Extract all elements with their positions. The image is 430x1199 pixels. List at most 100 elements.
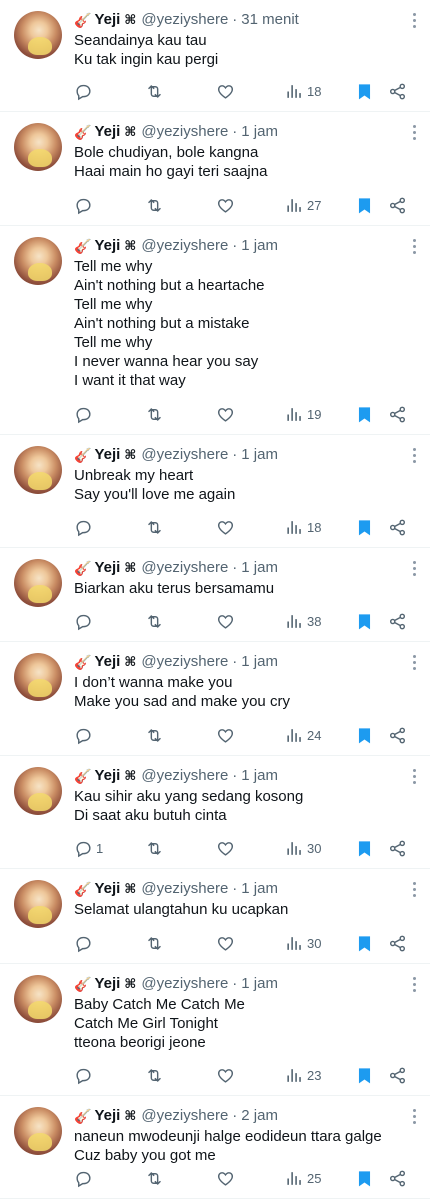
user-handle[interactable]: @yeziyshere: [141, 122, 228, 142]
views-button[interactable]: 30: [285, 932, 321, 954]
bookmark-button[interactable]: [355, 837, 374, 859]
share-button[interactable]: [388, 610, 407, 632]
user-handle[interactable]: @yeziyshere: [141, 445, 228, 465]
reply-button[interactable]: [74, 724, 96, 746]
display-name[interactable]: Yeji: [94, 122, 120, 142]
timestamp[interactable]: 1 jam: [241, 766, 278, 786]
share-button[interactable]: [388, 724, 407, 746]
tweet[interactable]: 🎸 Yeji ⌘ @yeziyshere · 1 jam Biarkan aku terus…: [0, 548, 430, 642]
timestamp[interactable]: 2 jam: [241, 1106, 278, 1126]
tweet[interactable]: 🎸 Yeji ⌘ @yeziyshere · 2 jam naneun mwodeunji …: [0, 1096, 430, 1199]
reply-button[interactable]: [74, 1064, 96, 1086]
bookmark-button[interactable]: [355, 516, 374, 538]
retweet-button[interactable]: [145, 194, 164, 216]
bookmark-button[interactable]: [355, 403, 374, 425]
avatar[interactable]: [14, 767, 62, 815]
reply-button[interactable]: [74, 1167, 96, 1189]
share-button[interactable]: [388, 1064, 407, 1086]
avatar[interactable]: [14, 237, 62, 285]
share-button[interactable]: [388, 1167, 407, 1189]
retweet-button[interactable]: [145, 610, 164, 632]
user-handle[interactable]: @yeziyshere: [141, 652, 228, 672]
views-button[interactable]: 30: [285, 837, 321, 859]
share-button[interactable]: [388, 516, 407, 538]
share-button[interactable]: [388, 837, 407, 859]
reply-button[interactable]: [74, 403, 96, 425]
timestamp[interactable]: 1 jam: [241, 652, 278, 672]
share-button[interactable]: [388, 194, 407, 216]
display-name[interactable]: Yeji: [94, 558, 120, 578]
more-icon[interactable]: [408, 10, 420, 30]
views-button[interactable]: 27: [285, 194, 321, 216]
tweet[interactable]: 🎸 Yeji ⌘ @yeziyshere · 1 jam Bole chudiyan, bo…: [0, 112, 430, 226]
display-name[interactable]: Yeji: [94, 879, 120, 899]
reply-button[interactable]: [74, 516, 96, 538]
more-icon[interactable]: [408, 652, 420, 672]
user-handle[interactable]: @yeziyshere: [141, 236, 228, 256]
user-handle[interactable]: @yeziyshere: [141, 879, 228, 899]
timestamp[interactable]: 1 jam: [241, 558, 278, 578]
avatar[interactable]: [14, 975, 62, 1023]
timestamp[interactable]: 1 jam: [241, 122, 278, 142]
tweet[interactable]: 🎸 Yeji ⌘ @yeziyshere · 1 jam Tell me why Ain't …: [0, 226, 430, 435]
user-handle[interactable]: @yeziyshere: [141, 766, 228, 786]
retweet-button[interactable]: [145, 932, 164, 954]
avatar[interactable]: [14, 446, 62, 494]
views-button[interactable]: 25: [285, 1167, 321, 1189]
views-button[interactable]: 24: [285, 724, 321, 746]
like-button[interactable]: [216, 932, 235, 954]
retweet-button[interactable]: [145, 403, 164, 425]
tweet[interactable]: 🎸 Yeji ⌘ @yeziyshere · 1 jam Kau sihir aku yan…: [0, 756, 430, 869]
user-handle[interactable]: @yeziyshere: [141, 558, 228, 578]
tweet[interactable]: 🎸 Yeji ⌘ @yeziyshere · 1 jam Unbreak my heart S…: [0, 435, 430, 548]
retweet-button[interactable]: [145, 516, 164, 538]
reply-button[interactable]: [74, 194, 96, 216]
reply-button[interactable]: [74, 610, 96, 632]
retweet-button[interactable]: [145, 837, 164, 859]
views-button[interactable]: 18: [285, 80, 321, 102]
display-name[interactable]: Yeji: [94, 766, 120, 786]
display-name[interactable]: Yeji: [94, 652, 120, 672]
like-button[interactable]: [216, 724, 235, 746]
display-name[interactable]: Yeji: [94, 1106, 120, 1126]
avatar[interactable]: [14, 11, 62, 59]
more-icon[interactable]: [408, 558, 420, 578]
timestamp[interactable]: 31 menit: [241, 10, 299, 30]
more-icon[interactable]: [408, 766, 420, 786]
display-name[interactable]: Yeji: [94, 974, 120, 994]
share-button[interactable]: [388, 932, 407, 954]
more-icon[interactable]: [408, 236, 420, 256]
like-button[interactable]: [216, 403, 235, 425]
more-icon[interactable]: [408, 122, 420, 142]
display-name[interactable]: Yeji: [94, 445, 120, 465]
share-button[interactable]: [388, 403, 407, 425]
avatar[interactable]: [14, 880, 62, 928]
timestamp[interactable]: 1 jam: [241, 879, 278, 899]
like-button[interactable]: [216, 80, 235, 102]
like-button[interactable]: [216, 837, 235, 859]
bookmark-button[interactable]: [355, 724, 374, 746]
display-name[interactable]: Yeji: [94, 10, 120, 30]
more-icon[interactable]: [408, 974, 420, 994]
user-handle[interactable]: @yeziyshere: [141, 10, 228, 30]
more-icon[interactable]: [408, 1106, 420, 1126]
like-button[interactable]: [216, 1064, 235, 1086]
reply-button[interactable]: [74, 80, 96, 102]
reply-button[interactable]: 1: [74, 837, 103, 859]
retweet-button[interactable]: [145, 1167, 164, 1189]
user-handle[interactable]: @yeziyshere: [141, 974, 228, 994]
retweet-button[interactable]: [145, 724, 164, 746]
more-icon[interactable]: [408, 879, 420, 899]
tweet[interactable]: 🎸 Yeji ⌘ @yeziyshere · 1 jam I don’t wanna mak…: [0, 642, 430, 756]
reply-button[interactable]: [74, 932, 96, 954]
tweet[interactable]: 🎸 Yeji ⌘ @yeziyshere · 1 jam Baby Catch Me Cat…: [0, 964, 430, 1096]
bookmark-button[interactable]: [355, 1064, 374, 1086]
bookmark-button[interactable]: [355, 80, 374, 102]
avatar[interactable]: [14, 653, 62, 701]
share-button[interactable]: [388, 80, 407, 102]
timestamp[interactable]: 1 jam: [241, 236, 278, 256]
retweet-button[interactable]: [145, 1064, 164, 1086]
like-button[interactable]: [216, 610, 235, 632]
avatar[interactable]: [14, 559, 62, 607]
tweet[interactable]: 🎸 Yeji ⌘ @yeziyshere · 1 jam Selamat ulangtahu…: [0, 869, 430, 964]
